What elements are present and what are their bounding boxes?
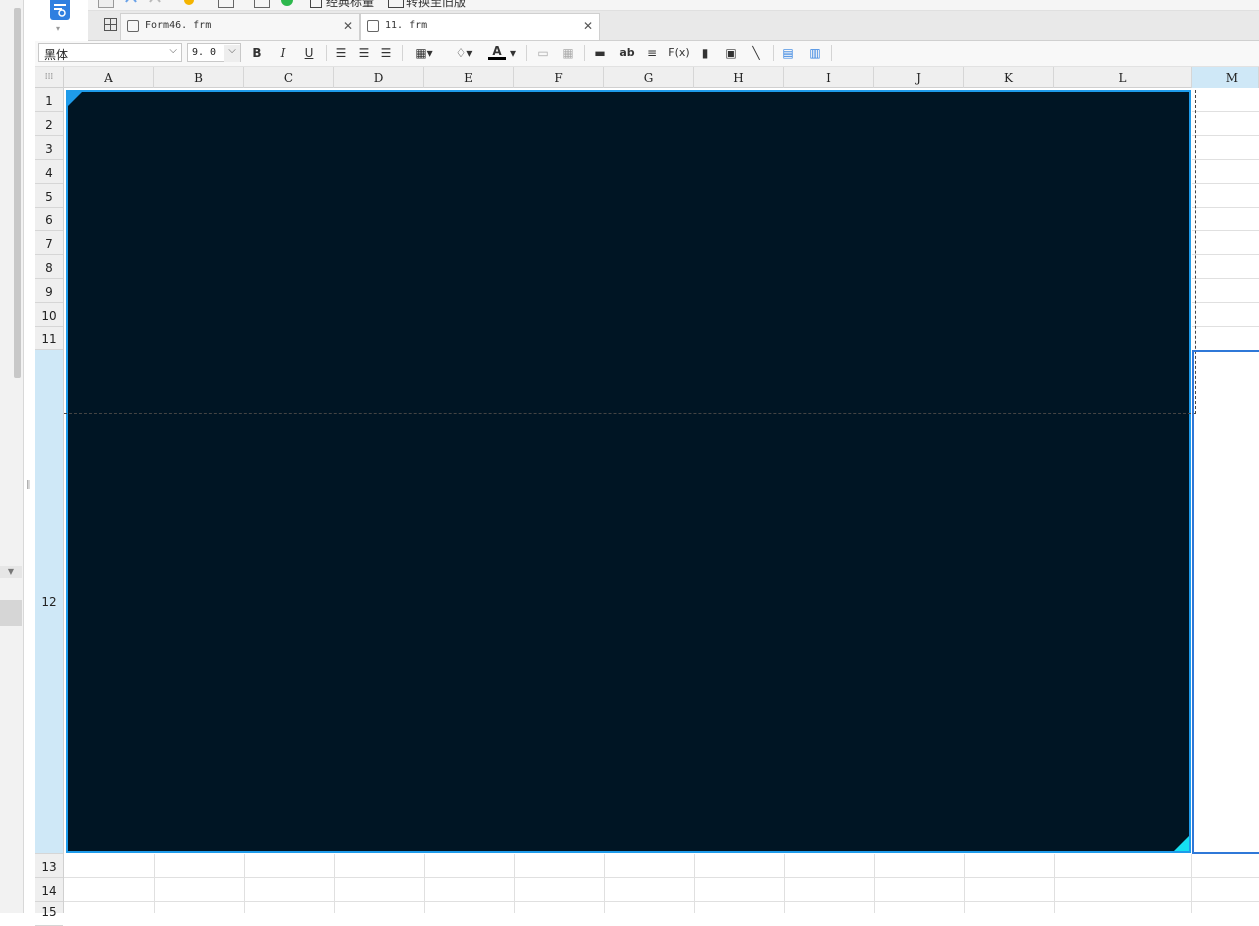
font-color-chevron-down-icon[interactable]: ▾ — [508, 44, 518, 62]
column-header-g[interactable]: G — [604, 67, 694, 88]
page-break-line — [64, 413, 1196, 414]
chart-icon[interactable]: ▮ — [697, 44, 713, 62]
sheet-icon[interactable]: ▥ — [806, 44, 824, 62]
convert-label[interactable]: 转换至旧版 — [406, 0, 466, 10]
row-headers: 1 2 3 4 5 6 7 8 9 10 11 12 13 14 15 — [35, 88, 64, 926]
underline-button[interactable]: U — [301, 44, 317, 62]
main-toolbar: 经典标量 转换至旧版 — [88, 0, 1259, 11]
formula-button[interactable]: F(x) — [668, 44, 690, 62]
tab-11[interactable]: 11. frm ✕ — [360, 13, 600, 40]
column-header-k[interactable]: K — [964, 67, 1054, 88]
row-header-15[interactable]: 15 — [35, 902, 63, 926]
divider — [773, 45, 774, 61]
split-cells-icon[interactable]: ▦ — [560, 44, 576, 62]
undo-icon[interactable] — [124, 0, 138, 6]
tab-bar: Form46. frm ✕ 11. frm ✕ — [88, 11, 1259, 41]
divider — [402, 45, 403, 61]
tab-11-label: 11. frm — [385, 20, 428, 31]
row-header-13[interactable]: 13 — [35, 854, 63, 878]
sidebar-resize-grip[interactable]: ‖ — [26, 480, 31, 492]
slash-icon[interactable]: ╲ — [748, 44, 764, 62]
panel-icon[interactable]: ▤ — [780, 44, 796, 62]
font-color-button[interactable]: A — [488, 44, 506, 60]
row-header-10[interactable]: 10 — [35, 303, 63, 327]
classic-checkbox-icon[interactable] — [310, 0, 322, 8]
row-header-7[interactable]: 7 — [35, 231, 63, 255]
tab-form46-close-icon[interactable]: ✕ — [343, 19, 353, 33]
text-button[interactable]: ab — [617, 44, 637, 62]
form-file-icon — [367, 20, 379, 32]
form-file-icon — [127, 20, 139, 32]
font-family-select[interactable]: 黑体 ⌵ — [38, 43, 182, 62]
convert-icon[interactable] — [388, 0, 404, 8]
font-size-select[interactable]: 9. 0 ⌵ — [187, 43, 241, 62]
column-header-h[interactable]: H — [694, 67, 784, 88]
divider — [831, 45, 832, 61]
chevron-down-icon: ⌵ — [224, 45, 240, 62]
align-left-icon[interactable]: ☰ — [333, 44, 349, 62]
font-family-value: 黑体 — [44, 48, 69, 62]
sidebar-collapse-arrow-icon[interactable]: ▼ — [0, 566, 22, 578]
merge-cells-icon[interactable]: ▭ — [535, 44, 551, 62]
column-header-f[interactable]: F — [514, 67, 604, 88]
divider — [584, 45, 585, 61]
search-preview-icon[interactable] — [254, 0, 270, 8]
row-header-5[interactable]: 5 — [35, 184, 63, 208]
column-header-l[interactable]: L — [1054, 67, 1192, 88]
align-right-icon[interactable]: ☰ — [378, 44, 394, 62]
tab-11-close-icon[interactable]: ✕ — [583, 19, 593, 33]
brush-icon[interactable] — [182, 0, 196, 6]
divider — [526, 45, 527, 61]
row-header-8[interactable]: 8 — [35, 255, 63, 279]
column-header-m[interactable]: M — [1192, 67, 1259, 88]
column-header-j[interactable]: J — [874, 67, 964, 88]
fill-color-icon[interactable]: ♢▾ — [449, 44, 479, 62]
column-header-c[interactable]: C — [244, 67, 334, 88]
border-icon[interactable]: ▦▾ — [409, 44, 439, 62]
check-icon[interactable] — [280, 0, 294, 6]
save-icon[interactable] — [98, 0, 114, 8]
tab-form46-label: Form46. frm — [145, 20, 212, 31]
font-size-value: 9. 0 — [192, 47, 217, 58]
row-header-6[interactable]: 6 — [35, 208, 63, 231]
paragraph-icon[interactable]: ≡ — [644, 44, 660, 62]
redo-icon[interactable] — [148, 0, 162, 6]
sidebar-selected-item[interactable] — [0, 600, 22, 626]
row-header-14[interactable]: 14 — [35, 878, 63, 902]
column-headers: A B C D E F G H I J K L M — [64, 67, 1259, 88]
row-header-4[interactable]: 4 — [35, 160, 63, 184]
sidebar-scrollbar[interactable] — [14, 8, 21, 378]
column-header-d[interactable]: D — [334, 67, 424, 88]
row-header-12[interactable]: 12 — [35, 350, 63, 854]
italic-button[interactable]: I — [275, 44, 291, 62]
column-header-i[interactable]: I — [784, 67, 874, 88]
classic-label[interactable]: 经典标量 — [326, 0, 374, 10]
column-header-e[interactable]: E — [424, 67, 514, 88]
widget-corner-accent — [1174, 836, 1189, 851]
row-header-11[interactable]: 11 — [35, 327, 63, 350]
row-header-1[interactable]: 1 — [35, 88, 63, 112]
designer-chevron-down-icon[interactable]: ▾ — [56, 24, 60, 33]
grid-layout-icon[interactable] — [104, 18, 117, 31]
column-header-b[interactable]: B — [154, 67, 244, 88]
insert-row-icon[interactable]: ▬ — [592, 44, 608, 62]
selected-cell-m12[interactable] — [1192, 350, 1259, 854]
select-all-corner[interactable]: ⁞⁞⁞ — [35, 67, 64, 88]
preview-icon[interactable] — [218, 0, 234, 8]
divider — [326, 45, 327, 61]
row-header-3[interactable]: 3 — [35, 136, 63, 160]
widget-corner-accent — [68, 92, 82, 106]
designer-document-icon — [50, 0, 70, 20]
row-header-9[interactable]: 9 — [35, 279, 63, 303]
row-header-2[interactable]: 2 — [35, 112, 63, 136]
image-icon[interactable]: ▣ — [722, 44, 740, 62]
align-center-icon[interactable]: ☰ — [356, 44, 372, 62]
column-header-a[interactable]: A — [64, 67, 154, 88]
chevron-down-icon: ⌵ — [169, 45, 177, 56]
bold-button[interactable]: B — [249, 44, 265, 62]
dark-background-widget[interactable] — [66, 90, 1191, 853]
tab-form46[interactable]: Form46. frm ✕ — [120, 13, 360, 40]
